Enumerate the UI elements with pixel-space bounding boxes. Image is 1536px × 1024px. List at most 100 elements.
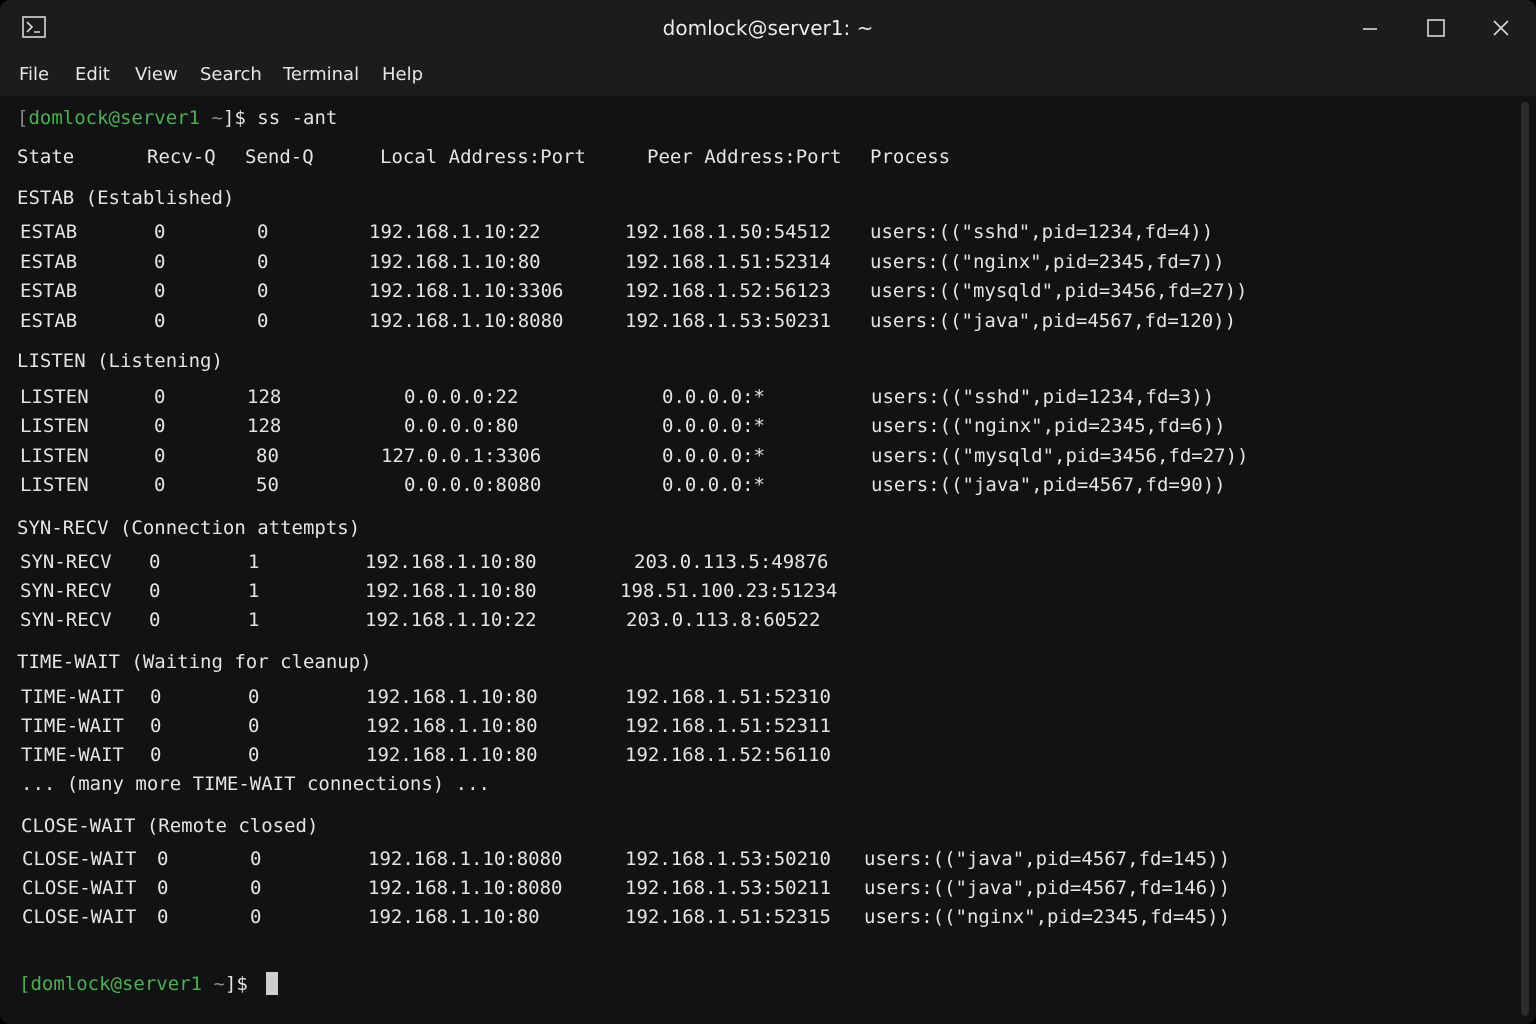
cell-state: LISTEN xyxy=(20,445,89,467)
cell-peer-address: 203.0.113.8:60522 xyxy=(626,609,821,631)
cell-peer-address: 192.168.1.51:52314 xyxy=(625,251,831,273)
scrollbar-thumb[interactable] xyxy=(1521,102,1529,1016)
cell-process: users:(("java",pid=4567,fd=120)) xyxy=(870,310,1237,332)
cell-recv-q: 0 xyxy=(154,415,166,437)
prompt-bracket: [ xyxy=(17,107,29,129)
close-icon[interactable] xyxy=(1481,12,1521,44)
section-title-close-wait: CLOSE-WAIT (Remote closed) xyxy=(21,815,319,837)
cell-peer-address: 192.168.1.50:54512 xyxy=(625,221,831,243)
cell-peer-address: 192.168.1.53:50231 xyxy=(625,310,831,332)
cell-state: ESTAB xyxy=(20,280,78,302)
cell-process: users:(("sshd",pid=1234,fd=4)) xyxy=(870,221,1214,243)
cell-process: users:(("mysqld",pid=3456,fd=27)) xyxy=(870,280,1248,302)
cell-local-address: 0.0.0.0:80 xyxy=(404,415,519,437)
cell-local-address: 192.168.1.10:80 xyxy=(366,715,538,737)
menu-file[interactable]: File xyxy=(17,54,51,96)
cell-recv-q: 0 xyxy=(149,551,161,573)
header-state: State xyxy=(17,146,75,168)
cell-recv-q: 0 xyxy=(154,445,166,467)
section-title-listen: LISTEN (Listening) xyxy=(17,350,223,372)
cell-send-q: 0 xyxy=(250,848,262,870)
cell-recv-q: 0 xyxy=(154,251,166,273)
menu-search[interactable]: Search xyxy=(198,54,264,96)
cell-recv-q: 0 xyxy=(154,310,166,332)
time-wait-note: ... (many more TIME-WAIT connections) ..… xyxy=(21,773,490,795)
menu-help[interactable]: Help xyxy=(380,54,425,96)
prompt-symbol: ]$ xyxy=(224,973,260,995)
terminal-window: domlock@server1: ~ File Edit View Search… xyxy=(0,0,1536,1024)
prompt-bracket: [ xyxy=(19,973,31,995)
cell-peer-address: 0.0.0.0:* xyxy=(662,445,765,467)
maximize-icon[interactable] xyxy=(1416,12,1456,44)
prompt-userhost: domlock@server1 xyxy=(28,107,201,129)
cell-send-q: 0 xyxy=(248,715,260,737)
cell-state: ESTAB xyxy=(20,221,78,243)
cell-local-address: 192.168.1.10:8080 xyxy=(368,848,563,870)
cell-send-q: 128 xyxy=(247,386,282,408)
cell-recv-q: 0 xyxy=(157,877,169,899)
cell-process: users:(("mysqld",pid=3456,fd=27)) xyxy=(871,445,1249,467)
cell-local-address: 192.168.1.10:80 xyxy=(369,251,541,273)
cell-state: SYN-RECV xyxy=(20,609,112,631)
cell-send-q: 128 xyxy=(247,415,282,437)
cell-local-address: 192.168.1.10:80 xyxy=(368,906,540,928)
cell-local-address: 192.168.1.10:3306 xyxy=(369,280,564,302)
cell-peer-address: 198.51.100.23:51234 xyxy=(620,580,838,602)
cell-send-q: 0 xyxy=(257,251,269,273)
cell-process: users:(("java",pid=4567,fd=90)) xyxy=(871,474,1226,496)
menu-bar: File Edit View Search Terminal Help xyxy=(0,54,1536,96)
cell-peer-address: 192.168.1.52:56123 xyxy=(625,280,831,302)
cell-peer-address: 203.0.113.5:49876 xyxy=(634,551,829,573)
cell-state: ESTAB xyxy=(20,310,78,332)
cell-state: TIME-WAIT xyxy=(21,686,124,708)
cell-recv-q: 0 xyxy=(150,715,162,737)
cell-local-address: 192.168.1.10:80 xyxy=(365,551,537,573)
cell-state: LISTEN xyxy=(20,386,89,408)
scrollbar[interactable] xyxy=(1520,102,1530,1016)
cell-send-q: 0 xyxy=(257,280,269,302)
command-line: [domlock@server1 ~]$ ss -ant xyxy=(17,106,337,130)
prompt-userhost: domlock@server1 xyxy=(30,973,203,995)
text-cursor xyxy=(266,972,278,995)
menu-edit[interactable]: Edit xyxy=(73,54,112,96)
prompt-symbol: ]$ xyxy=(222,107,258,129)
cell-state: CLOSE-WAIT xyxy=(22,848,137,870)
cell-state: TIME-WAIT xyxy=(21,744,124,766)
cell-peer-address: 192.168.1.52:56110 xyxy=(625,744,831,766)
command-text: ss -ant xyxy=(257,107,338,129)
terminal-output[interactable]: [domlock@server1 ~]$ ss -ant State Recv-… xyxy=(0,96,1536,1024)
minimize-icon[interactable] xyxy=(1350,12,1390,44)
cell-local-address: 0.0.0.0:22 xyxy=(404,386,519,408)
cell-process: users:(("nginx",pid=2345,fd=45)) xyxy=(864,906,1231,928)
header-process: Process xyxy=(870,146,951,168)
cell-state: TIME-WAIT xyxy=(21,715,124,737)
cell-send-q: 0 xyxy=(257,310,269,332)
cell-recv-q: 0 xyxy=(157,848,169,870)
section-title-estab: ESTAB (Established) xyxy=(17,187,235,209)
cell-state: CLOSE-WAIT xyxy=(22,877,137,899)
header-recv-q: Recv-Q xyxy=(147,146,216,168)
cell-peer-address: 192.168.1.51:52315 xyxy=(625,906,831,928)
cell-send-q: 1 xyxy=(248,609,260,631)
cell-local-address: 192.168.1.10:22 xyxy=(365,609,537,631)
menu-terminal[interactable]: Terminal xyxy=(281,54,361,96)
cell-local-address: 0.0.0.0:8080 xyxy=(404,474,542,496)
cell-send-q: 0 xyxy=(250,877,262,899)
cell-recv-q: 0 xyxy=(149,580,161,602)
cell-state: SYN-RECV xyxy=(20,580,112,602)
cell-state: ESTAB xyxy=(20,251,78,273)
cell-recv-q: 0 xyxy=(150,686,162,708)
cell-local-address: 192.168.1.10:80 xyxy=(366,686,538,708)
cell-state: SYN-RECV xyxy=(20,551,112,573)
cell-peer-address: 192.168.1.53:50211 xyxy=(625,877,831,899)
cell-process: users:(("java",pid=4567,fd=145)) xyxy=(864,848,1231,870)
cell-recv-q: 0 xyxy=(154,221,166,243)
section-title-syn-recv: SYN-RECV (Connection attempts) xyxy=(17,517,361,539)
cell-local-address: 192.168.1.10:80 xyxy=(365,580,537,602)
cell-state: CLOSE-WAIT xyxy=(22,906,137,928)
cell-process: users:(("nginx",pid=2345,fd=6)) xyxy=(871,415,1226,437)
menu-view[interactable]: View xyxy=(133,54,180,96)
cell-peer-address: 0.0.0.0:* xyxy=(662,386,765,408)
title-bar: domlock@server1: ~ xyxy=(0,0,1536,54)
cell-local-address: 127.0.0.1:3306 xyxy=(381,445,542,467)
